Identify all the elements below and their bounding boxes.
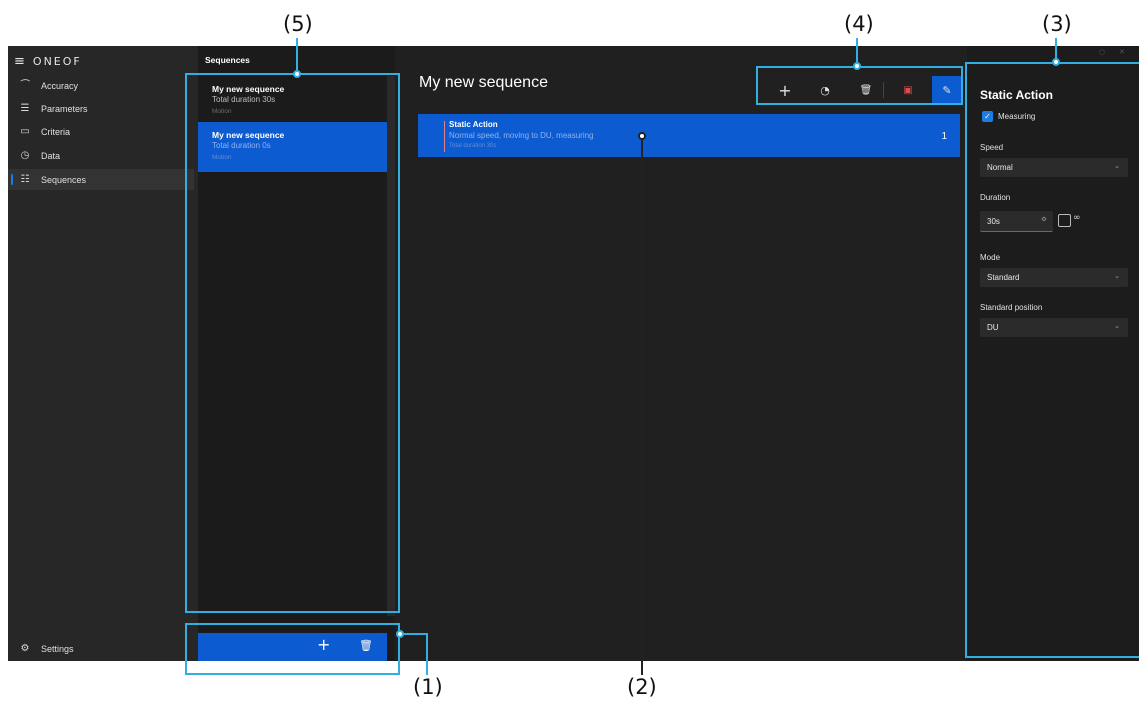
nav-item-settings[interactable]: ⚙ Settings <box>8 638 194 659</box>
sequence-editor: My new sequence + ◔ 🗑 ▣ ✎ Static Action … <box>395 46 962 661</box>
accuracy-icon: ⏜ <box>20 80 30 91</box>
window-close-icon[interactable]: ✕ <box>1119 48 1125 56</box>
nav-item-label: Data <box>41 150 61 161</box>
criteria-icon: ▭ <box>20 126 30 137</box>
app-brand: ≡ ONEOF <box>14 54 82 69</box>
callout-box-5 <box>185 73 400 613</box>
sequences-title: Sequences <box>205 55 250 65</box>
callout-label-2: (2) <box>627 675 657 699</box>
callout-line-5 <box>296 38 298 74</box>
callout-dot-1 <box>396 630 404 638</box>
nav-item-data[interactable]: ◷ Data <box>8 145 194 166</box>
callout-label-1: (1) <box>413 675 443 699</box>
action-marker <box>444 121 445 152</box>
parameters-icon: ☰ <box>20 103 30 114</box>
nav-item-label: Settings <box>41 643 74 654</box>
action-description: Normal speed, moving to DU, measuring <box>449 131 594 140</box>
callout-line-2 <box>641 136 643 675</box>
nav-item-accuracy[interactable]: ⏜ Accuracy <box>8 75 194 96</box>
nav-item-sequences[interactable]: ☷ Sequences <box>8 169 194 190</box>
nav-item-label: Accuracy <box>41 80 79 91</box>
nav-item-label: Sequences <box>41 174 87 185</box>
callout-box-4 <box>756 66 963 105</box>
data-icon: ◷ <box>20 150 30 161</box>
callout-label-3: (3) <box>1042 12 1072 36</box>
nav-item-criteria[interactable]: ▭ Criteria <box>8 121 194 142</box>
nav-item-label: Parameters <box>41 103 88 114</box>
callout-label-4: (4) <box>844 12 874 36</box>
action-row[interactable]: Static Action Normal speed, moving to DU… <box>418 114 960 157</box>
nav-item-label: Criteria <box>41 126 71 137</box>
brand-name: ONEOF <box>32 55 82 68</box>
nav-item-parameters[interactable]: ☰ Parameters <box>8 98 194 119</box>
callout-line-1b <box>426 633 428 675</box>
hamburger-menu-icon[interactable]: ≡ <box>14 54 25 69</box>
settings-icon: ⚙ <box>20 643 30 654</box>
window-pin-icon[interactable]: ○ <box>1099 48 1105 56</box>
sequences-icon: ☷ <box>20 174 30 185</box>
callout-line-1a <box>400 633 428 635</box>
callout-dot-2 <box>638 132 646 140</box>
callout-box-1 <box>185 623 400 675</box>
callout-dot-4 <box>853 62 861 70</box>
left-navigation: ≡ ONEOF ⏜ Accuracy ☰ Parameters ▭ Criteria ◷… <box>8 46 198 661</box>
callout-box-3 <box>965 62 1139 658</box>
callout-label-5: (5) <box>283 12 313 36</box>
sequence-title: My new sequence <box>419 74 548 91</box>
action-index: 1 <box>941 131 947 142</box>
callout-dot-3 <box>1052 58 1060 66</box>
action-duration: Total duration 30s <box>449 143 497 149</box>
action-title: Static Action <box>449 120 498 129</box>
callout-dot-5 <box>293 70 301 78</box>
